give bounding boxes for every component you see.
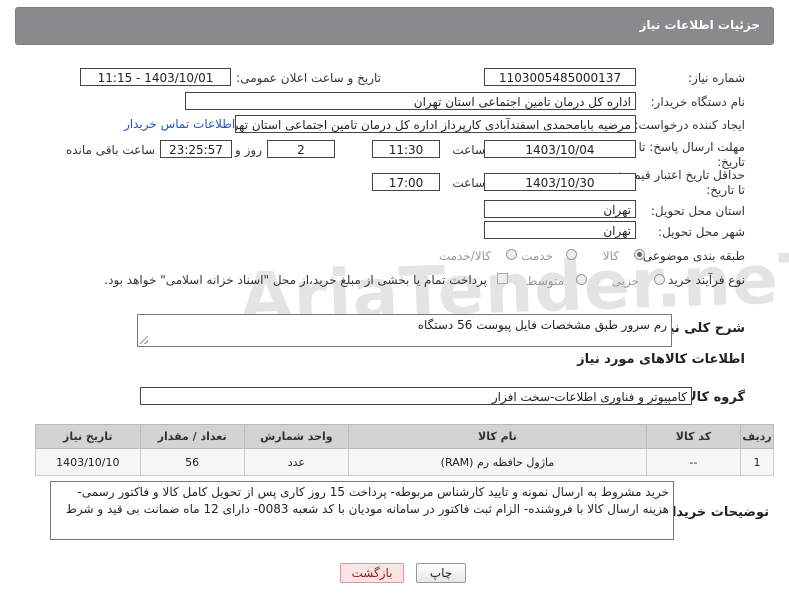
panel-header: جزئیات اطلاعات نیاز: [15, 7, 774, 45]
general-description-field: رم سرور طبق مشخصات فایل پیوست 56 دستگاه: [137, 314, 672, 347]
radio-medium[interactable]: [576, 274, 587, 285]
radio-minor[interactable]: [654, 274, 665, 285]
cell-item-name: ماژول حافظه رم (RAM): [348, 448, 647, 476]
buyer-notes-text: خرید مشروط به ارسال نمونه و تایید کارشنا…: [65, 485, 669, 516]
reply-deadline-label: مهلت ارسال پاسخ: تا تاریخ:: [638, 140, 745, 169]
radio-goods-label: کالا: [602, 249, 619, 263]
cell-unit: عدد: [243, 448, 350, 476]
table-row: 1 -- ماژول حافظه رم (RAM) عدد 56 1403/10…: [35, 448, 774, 476]
print-button[interactable]: چاپ: [416, 563, 466, 583]
radio-goods[interactable]: [634, 249, 645, 260]
remaining-time-field: 23:25:57: [160, 140, 232, 158]
col-item-code: کد کالا: [645, 424, 742, 449]
goods-info-title: اطلاعات کالاهای مورد نیاز: [577, 352, 745, 367]
cell-quantity: 56: [139, 448, 245, 476]
col-row-number: ردیف: [740, 424, 774, 449]
cell-item-code: --: [645, 448, 742, 476]
radio-medium-label: متوسط: [526, 274, 564, 288]
radio-goods-service-label: کالا/خدمت: [438, 249, 491, 263]
purchase-process-label: نوع فرآیند خرید :: [660, 273, 745, 287]
delivery-province-label: استان محل تحویل:: [650, 204, 745, 218]
reply-deadline-date: 1403/10/04: [484, 140, 636, 158]
price-validity-time-label: ساعت: [452, 176, 485, 190]
need-number-field: 1103005485000137: [484, 68, 636, 86]
price-validity-date: 1403/10/30: [484, 173, 636, 191]
goods-group-field: کامپیوتر و فناوری اطلاعات-سخت افزار: [140, 387, 692, 405]
need-number-label: شماره نیاز:: [688, 71, 745, 85]
announce-datetime-label: تاریخ و ساعت اعلان عمومی:: [236, 71, 381, 85]
announce-datetime-field: 1403/10/01 - 11:15: [80, 68, 231, 86]
col-item-name: نام کالا: [348, 424, 647, 449]
back-button[interactable]: بازگشت: [340, 563, 404, 583]
days-label: روز و: [235, 143, 262, 157]
delivery-city-label: شهر محل تحویل:: [658, 225, 745, 239]
page-title: جزئیات اطلاعات نیاز: [639, 18, 760, 32]
reply-deadline-time-label: ساعت: [452, 143, 485, 157]
reply-deadline-time: 11:30: [372, 140, 440, 158]
cell-need-date: 1403/10/10: [35, 448, 141, 476]
buyer-org-label: نام دستگاه خریدار:: [650, 95, 746, 109]
buyer-notes-field: خرید مشروط به ارسال نمونه و تایید کارشنا…: [50, 481, 674, 540]
col-quantity: تعداد / مقدار: [139, 424, 245, 449]
col-unit: واحد شمارش: [243, 424, 350, 449]
price-validity-time: 17:00: [372, 173, 440, 191]
buyer-notes-label: توضیحات خریدار:: [659, 505, 769, 520]
table-header-row: ردیف کد کالا نام کالا واحد شمارش تعداد /…: [35, 424, 774, 449]
radio-goods-service[interactable]: [506, 249, 517, 260]
remaining-time-label: ساعت باقی مانده: [65, 143, 155, 157]
cell-row-number: 1: [740, 448, 774, 476]
delivery-province-field: تهران: [484, 200, 636, 218]
requester-field: مرضیه بابامحمدی اسفندآبادی کارپرداز ادار…: [235, 115, 636, 133]
treasury-payment-checkbox[interactable]: [497, 273, 508, 284]
requester-label: ایجاد کننده درخواست:: [634, 118, 745, 132]
radio-minor-label: جزیی: [611, 274, 639, 288]
col-need-date: تاریخ نیاز: [35, 424, 141, 449]
radio-service-label: خدمت: [521, 249, 553, 263]
buyer-org-field: اداره کل درمان تامین اجتماعی استان تهران: [185, 92, 636, 110]
items-table: ردیف کد کالا نام کالا واحد شمارش تعداد /…: [35, 424, 774, 476]
subject-category-label: طبقه بندی موضوعی:: [638, 249, 745, 263]
reply-days-field: 2: [267, 140, 335, 158]
delivery-city-field: تهران: [484, 221, 636, 239]
resize-grip-icon[interactable]: [140, 336, 148, 344]
radio-service[interactable]: [566, 249, 577, 260]
treasury-payment-note: پرداخت تمام یا بخشی از مبلغ خرید،از محل …: [104, 273, 487, 287]
general-description-text: رم سرور طبق مشخصات فایل پیوست 56 دستگاه: [417, 318, 667, 332]
buyer-contact-link[interactable]: اطلاعات تماس خریدار: [124, 117, 235, 131]
